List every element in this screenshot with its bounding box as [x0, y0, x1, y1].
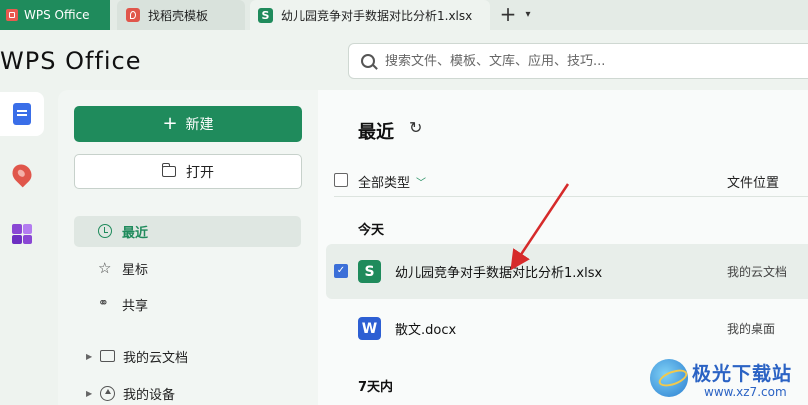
wps-logo-icon — [6, 9, 18, 21]
page-title: 最近 — [358, 122, 394, 143]
location-column-header: 文件位置 — [727, 176, 780, 191]
watermark: 极光下载站 www.xz7.com — [650, 355, 805, 403]
file-location: 我的桌面 — [727, 322, 776, 336]
search-box[interactable] — [348, 43, 808, 79]
expand-arrow-icon[interactable]: ▶ — [86, 352, 94, 361]
type-filter-dropdown[interactable]: 全部类型 ﹀ — [358, 172, 426, 191]
refresh-icon[interactable]: ↻ — [409, 120, 425, 136]
tree-item-my-device[interactable]: ▶ 我的设备 — [86, 381, 175, 405]
document-icon — [13, 103, 31, 125]
file-row[interactable]: ✓ S 幼儿园竞争对手数据对比分析1.xlsx 我的云文档 — [326, 244, 808, 299]
file-name: 散文.docx — [395, 323, 457, 338]
rail-apps[interactable] — [0, 212, 44, 256]
file-location: 我的云文档 — [727, 265, 788, 279]
clock-icon — [98, 224, 112, 238]
tab-wps-office[interactable]: WPS Office — [0, 0, 110, 30]
folder-icon — [100, 350, 115, 362]
tab-label: 找稻壳模板 — [148, 8, 209, 23]
new-button[interactable]: + 新建 — [74, 106, 302, 142]
tree-item-label: 我的设备 — [123, 387, 176, 403]
watermark-title: 极光下载站 — [692, 363, 793, 385]
file-name: 幼儿园竞争对手数据对比分析1.xlsx — [395, 266, 603, 281]
brand-title: WPS Office — [0, 47, 142, 75]
watermark-logo-icon — [650, 359, 688, 397]
sidebar-item-shared[interactable]: ⚭ 共享 — [74, 289, 301, 320]
docer-icon — [126, 8, 140, 22]
tab-label: WPS Office — [24, 8, 90, 22]
star-icon: ☆ — [98, 259, 112, 277]
open-button-label: 打开 — [186, 164, 214, 181]
tab-spreadsheet[interactable]: S 幼儿园竞争对手数据对比分析1.xlsx — [250, 0, 490, 30]
sidebar-item-starred[interactable]: ☆ 星标 — [74, 253, 301, 284]
group-label-today: 今天 — [358, 223, 385, 238]
tree-item-cloud-docs[interactable]: ▶ 我的云文档 — [86, 344, 188, 368]
apps-icon — [12, 224, 32, 244]
rail-documents[interactable] — [0, 92, 44, 136]
plus-icon: + — [162, 113, 178, 134]
tab-label: 幼儿园竞争对手数据对比分析1.xlsx — [281, 8, 473, 23]
new-button-label: 新建 — [185, 117, 214, 133]
open-folder-icon — [161, 163, 176, 177]
sidebar-item-label: 星标 — [122, 263, 149, 278]
tab-bar: WPS Office 找稻壳模板 S 幼儿园竞争对手数据对比分析1.xlsx +… — [0, 0, 808, 30]
docer-icon — [8, 160, 36, 188]
spreadsheet-icon: S — [258, 7, 273, 23]
divider — [334, 196, 808, 197]
share-icon: ⚭ — [98, 296, 109, 311]
device-icon — [100, 385, 115, 401]
word-document-icon: W — [358, 317, 381, 340]
open-button[interactable]: 打开 — [74, 154, 302, 189]
type-filter-label: 全部类型 — [358, 176, 411, 191]
select-all-checkbox[interactable] — [334, 173, 348, 187]
chevron-down-icon: ﹀ — [416, 178, 427, 189]
new-tab-plus-icon[interactable]: + — [497, 4, 519, 26]
watermark-url: www.xz7.com — [704, 385, 787, 399]
expand-arrow-icon[interactable]: ▶ — [86, 389, 94, 398]
rail-docer[interactable] — [0, 152, 44, 196]
file-row[interactable]: W 散文.docx 我的桌面 — [326, 301, 808, 356]
chevron-down-icon[interactable]: ▾ — [521, 6, 535, 24]
tree-item-label: 我的云文档 — [123, 350, 189, 366]
sidebar-item-label: 最近 — [122, 226, 149, 241]
sidebar-item-label: 共享 — [122, 299, 149, 314]
tab-template[interactable]: 找稻壳模板 — [117, 0, 245, 30]
sidebar-item-recent[interactable]: 最近 — [74, 216, 301, 247]
search-input[interactable] — [385, 53, 785, 69]
row-checkbox-checked[interactable]: ✓ — [334, 264, 348, 278]
group-label-week: 7天内 — [358, 380, 394, 395]
spreadsheet-icon: S — [358, 260, 381, 283]
search-icon — [361, 54, 375, 68]
